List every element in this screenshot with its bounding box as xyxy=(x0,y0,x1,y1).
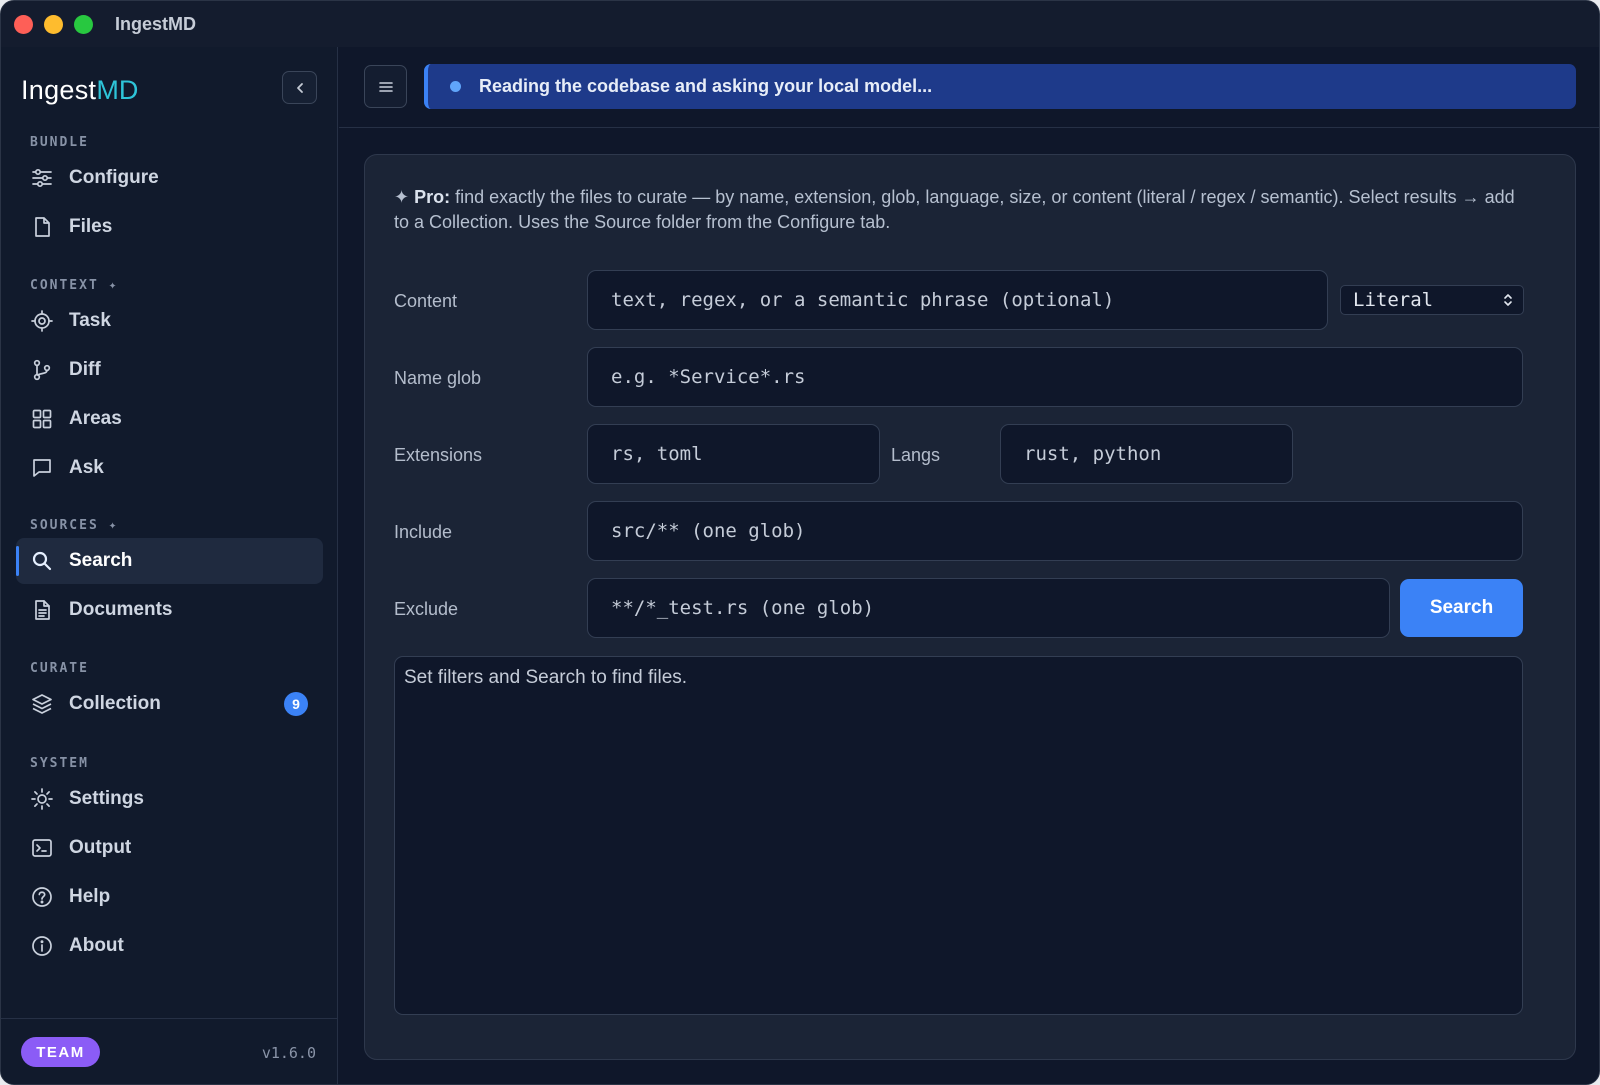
target-icon xyxy=(30,309,54,333)
sidebar-item-output[interactable]: Output xyxy=(16,825,323,871)
collapse-sidebar-button[interactable] xyxy=(282,71,317,104)
include-field[interactable] xyxy=(587,501,1523,561)
exclude-label: Exclude xyxy=(394,599,459,619)
sidebar-item-label: Task xyxy=(69,310,111,331)
status-text: Reading the codebase and asking your loc… xyxy=(479,76,933,96)
sidebar: Ingest MD BUNDLE Configure Files CONTEXT … xyxy=(1,47,338,1084)
file-icon xyxy=(30,215,54,239)
sidebar-item-help[interactable]: Help xyxy=(16,874,323,920)
search-panel: ✦ Pro: find exactly the files to curate … xyxy=(364,154,1576,1060)
intro-description: find exactly the files to curate — by na… xyxy=(394,187,1515,232)
chat-bubble-icon xyxy=(30,456,54,480)
results-area: Set filters and Search to find files. xyxy=(394,656,1523,1015)
langs-field[interactable] xyxy=(1000,424,1293,484)
sidebar-item-label: Configure xyxy=(69,167,159,188)
extensions-field[interactable] xyxy=(587,424,880,484)
search-icon xyxy=(30,549,54,573)
sidebar-item-about[interactable]: About xyxy=(16,923,323,969)
plan-badge: TEAM xyxy=(21,1037,100,1067)
sidebar-item-label: Search xyxy=(69,550,133,571)
sun-gear-icon xyxy=(30,787,54,811)
help-circle-icon xyxy=(30,885,54,909)
sidebar-item-search[interactable]: Search xyxy=(16,538,323,584)
include-label: Include xyxy=(394,522,453,542)
match-mode-select[interactable]: Literal xyxy=(1340,285,1524,315)
chevron-left-icon xyxy=(296,82,303,93)
pro-label: Pro: xyxy=(414,187,451,207)
close-window-button[interactable] xyxy=(14,14,33,34)
search-intro: ✦ Pro: find exactly the files to curate … xyxy=(394,185,1534,235)
status-banner: Reading the codebase and asking your loc… xyxy=(424,64,1576,109)
title-bar: IngestMD xyxy=(1,1,1599,47)
include-input[interactable] xyxy=(611,520,1522,542)
sidebar-item-label: Files xyxy=(69,216,113,237)
sidebar-item-label: Areas xyxy=(69,408,122,429)
menu-button[interactable] xyxy=(364,65,407,108)
section-label-context: CONTEXT ✦ xyxy=(30,278,119,293)
app-window: IngestMD Ingest MD BUNDLE Configure Files… xyxy=(0,0,1600,1085)
exclude-input[interactable] xyxy=(611,597,1389,619)
sidebar-item-label: Diff xyxy=(69,359,101,380)
logo-main-text: Ingest xyxy=(21,74,97,105)
content-label: Content xyxy=(394,291,458,311)
sliders-icon xyxy=(30,166,54,190)
sidebar-item-collection[interactable]: Collection 9 xyxy=(16,681,323,727)
git-branch-icon xyxy=(30,358,54,382)
name-glob-label: Name glob xyxy=(394,368,482,388)
info-circle-icon xyxy=(30,934,54,958)
terminal-icon xyxy=(30,836,54,860)
sidebar-item-settings[interactable]: Settings xyxy=(16,776,323,822)
sidebar-item-task[interactable]: Task xyxy=(16,298,323,344)
app-version: v1.6.0 xyxy=(261,1044,316,1062)
main-content: Reading the codebase and asking your loc… xyxy=(339,47,1599,1084)
sidebar-footer: TEAM v1.6.0 xyxy=(1,1018,338,1084)
sidebar-item-diff[interactable]: Diff xyxy=(16,347,323,393)
minimize-window-button[interactable] xyxy=(44,14,63,34)
sidebar-item-label: About xyxy=(69,935,124,956)
collection-count-badge: 9 xyxy=(284,692,308,716)
sidebar-item-configure[interactable]: Configure xyxy=(16,155,323,201)
sidebar-item-areas[interactable]: Areas xyxy=(16,396,323,442)
document-icon xyxy=(30,598,54,622)
sidebar-item-label: Documents xyxy=(69,599,173,620)
results-empty-message: Set filters and Search to find files. xyxy=(404,667,688,688)
sidebar-item-label: Collection xyxy=(69,693,161,714)
sidebar-item-label: Ask xyxy=(69,457,104,478)
top-bar: Reading the codebase and asking your loc… xyxy=(339,47,1599,128)
sidebar-item-label: Output xyxy=(69,837,132,858)
pro-sparkle: ✦ xyxy=(394,187,415,207)
langs-label: Langs xyxy=(891,445,941,465)
section-label-bundle: BUNDLE xyxy=(30,135,89,150)
hamburger-icon xyxy=(378,81,393,92)
content-field[interactable] xyxy=(587,270,1328,330)
grid-icon xyxy=(30,407,54,431)
sidebar-item-label: Settings xyxy=(69,788,144,809)
sidebar-item-files[interactable]: Files xyxy=(16,204,323,250)
name-glob-field[interactable] xyxy=(587,347,1523,407)
layers-icon xyxy=(30,692,54,716)
extensions-label: Extensions xyxy=(394,445,483,465)
app-logo: Ingest MD xyxy=(21,71,138,109)
window-controls xyxy=(14,14,93,34)
section-label-curate: CURATE xyxy=(30,661,89,676)
search-button[interactable]: Search xyxy=(1400,579,1523,637)
section-label-sources: SOURCES ✦ xyxy=(30,518,119,533)
extensions-input[interactable] xyxy=(611,443,879,465)
logo-accent-text: MD xyxy=(96,74,139,105)
content-input[interactable] xyxy=(611,289,1327,311)
updown-chevron-icon xyxy=(1504,294,1512,306)
section-label-system: SYSTEM xyxy=(30,756,89,771)
langs-input[interactable] xyxy=(1024,443,1292,465)
exclude-field[interactable] xyxy=(587,578,1390,638)
zoom-window-button[interactable] xyxy=(74,14,93,34)
name-glob-input[interactable] xyxy=(611,366,1522,388)
match-mode-value: Literal xyxy=(1353,289,1434,311)
status-dot-icon xyxy=(450,81,461,92)
sidebar-item-ask[interactable]: Ask xyxy=(16,445,323,491)
window-title: IngestMD xyxy=(115,13,196,34)
sidebar-item-documents[interactable]: Documents xyxy=(16,587,323,633)
sidebar-item-label: Help xyxy=(69,886,111,907)
